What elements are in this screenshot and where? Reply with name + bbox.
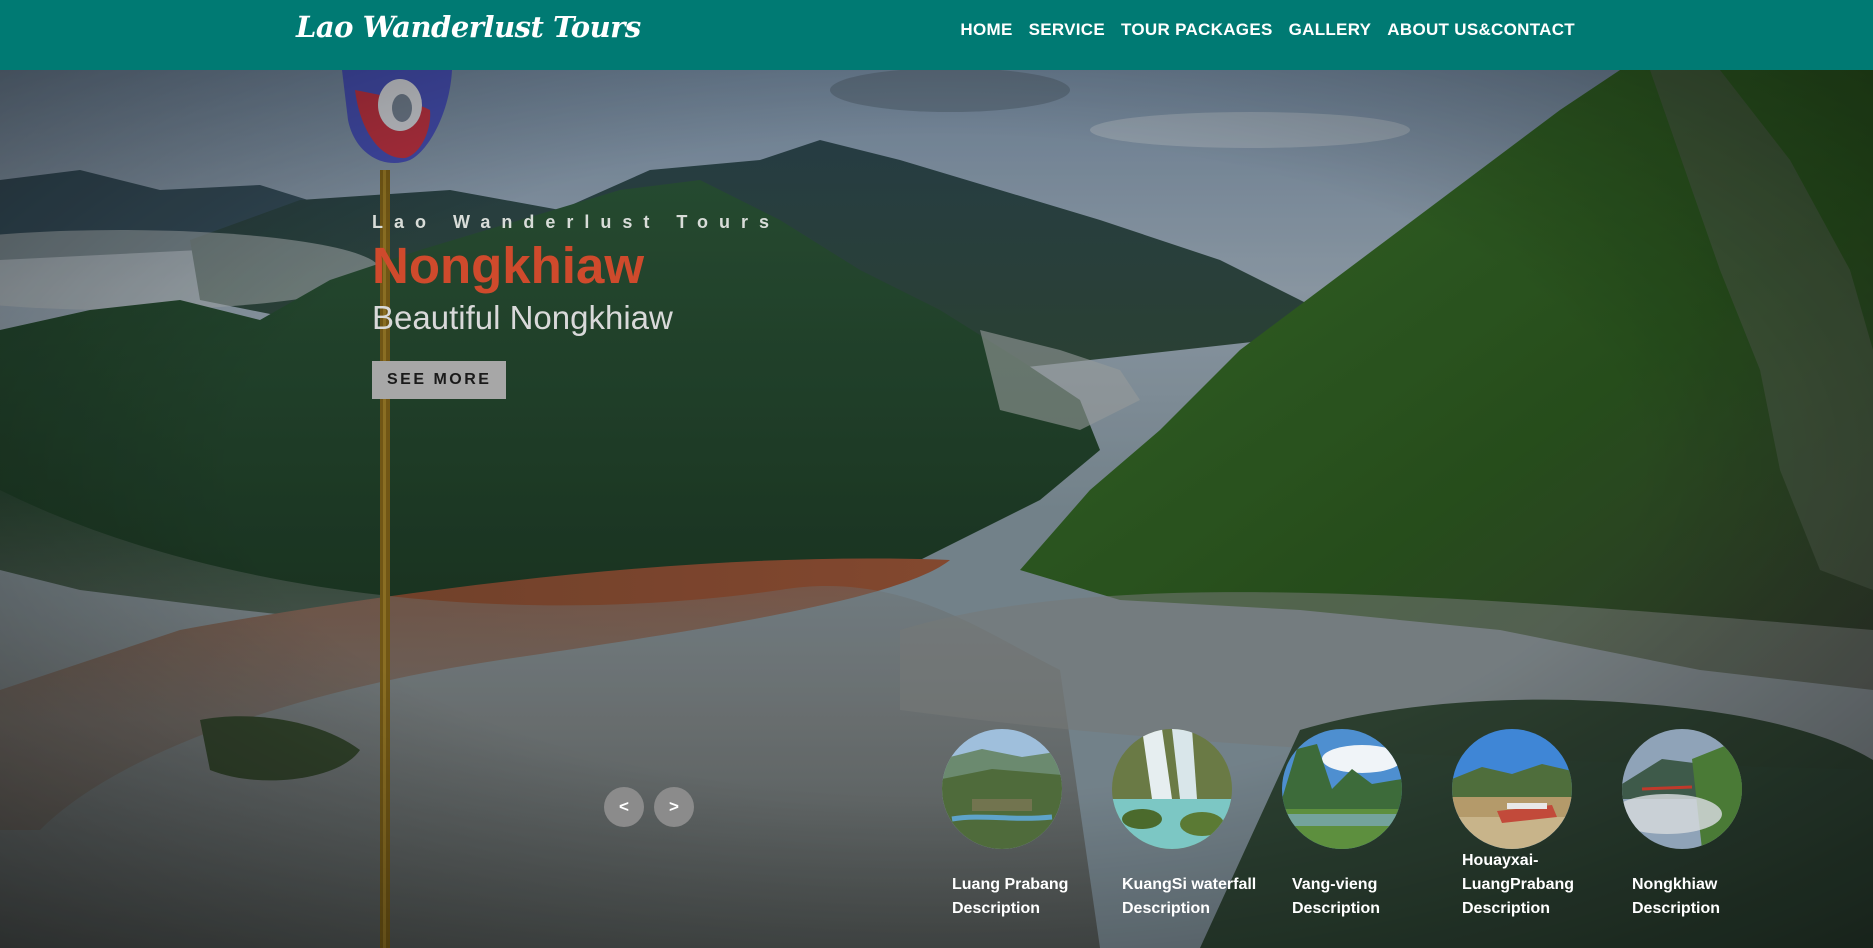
nongkhiaw-image — [1622, 729, 1742, 849]
thumbnail-vang-vieng[interactable]: Vang-vieng Description — [1282, 729, 1452, 921]
thumbnail-caption: Nongkhiaw Description — [1622, 849, 1787, 921]
thumbnail-houayxai-luangprabang[interactable]: Houayxai-LuangPrabang Description — [1452, 729, 1622, 921]
thumbnail-title: Houayxai-LuangPrabang — [1462, 852, 1575, 893]
see-more-button[interactable]: SEE MORE — [372, 360, 507, 399]
thumbnail-description: Description — [1122, 900, 1211, 917]
nav-service[interactable]: SERVICE — [1029, 20, 1105, 40]
thumbnail-description: Description — [1632, 900, 1721, 917]
hero-subtitle: Beautiful Nongkhiaw — [372, 298, 673, 336]
prev-slide-button[interactable]: < — [604, 787, 644, 827]
thumbnail-title: Luang Prabang — [952, 876, 1069, 893]
nav-about-contact[interactable]: ABOUT US&CONTACT — [1387, 20, 1575, 40]
thumbnail-caption: Luang Prabang Description — [942, 849, 1107, 921]
top-navbar: Lao Wanderlust Tours HOME SERVICE TOUR P… — [0, 0, 1873, 70]
nav-gallery[interactable]: GALLERY — [1289, 20, 1372, 40]
next-slide-button[interactable]: > — [654, 787, 694, 827]
thumbnail-title: Nongkhiaw — [1632, 876, 1718, 893]
hero-eyebrow: Lao Wanderlust Tours — [372, 212, 781, 232]
thumbnail-description: Description — [1292, 900, 1381, 917]
houayxai-luangprabang-image — [1452, 729, 1572, 849]
thumbnail-description: Description — [1462, 900, 1551, 917]
nav-tour-packages[interactable]: TOUR PACKAGES — [1121, 20, 1273, 40]
thumbnail-description: Description — [952, 900, 1041, 917]
thumbnail-caption: Vang-vieng Description — [1282, 849, 1447, 921]
thumbnail-kuangsi-waterfall[interactable]: KuangSi waterfall Description — [1112, 729, 1282, 921]
thumbnail-caption: KuangSi waterfall Description — [1112, 849, 1277, 921]
luang-prabang-image — [942, 729, 1062, 849]
thumbnail-caption: Houayxai-LuangPrabang Description — [1452, 849, 1617, 921]
nav-home[interactable]: HOME — [960, 20, 1012, 40]
thumbnail-title: KuangSi waterfall — [1122, 876, 1257, 893]
hero-title: Nongkhiaw — [372, 237, 645, 294]
vang-vieng-image — [1282, 729, 1402, 849]
brand-logo[interactable]: Lao Wanderlust Tours — [296, 10, 641, 44]
thumbnail-luang-prabang[interactable]: Luang Prabang Description — [942, 729, 1112, 921]
destination-thumbnails: Luang Prabang Description KuangSi waterf… — [942, 729, 1792, 921]
kuangsi-waterfall-image — [1112, 729, 1232, 849]
hero-text-block: Lao Wanderlust Tours Nongkhiaw Beautiful… — [372, 212, 780, 399]
thumbnail-nongkhiaw[interactable]: Nongkhiaw Description — [1622, 729, 1792, 921]
main-nav: HOME SERVICE TOUR PACKAGES GALLERY ABOUT… — [960, 20, 1575, 40]
thumbnail-title: Vang-vieng — [1292, 876, 1378, 893]
hero-slider: Lao Wanderlust Tours Nongkhiaw Beautiful… — [0, 70, 1873, 948]
